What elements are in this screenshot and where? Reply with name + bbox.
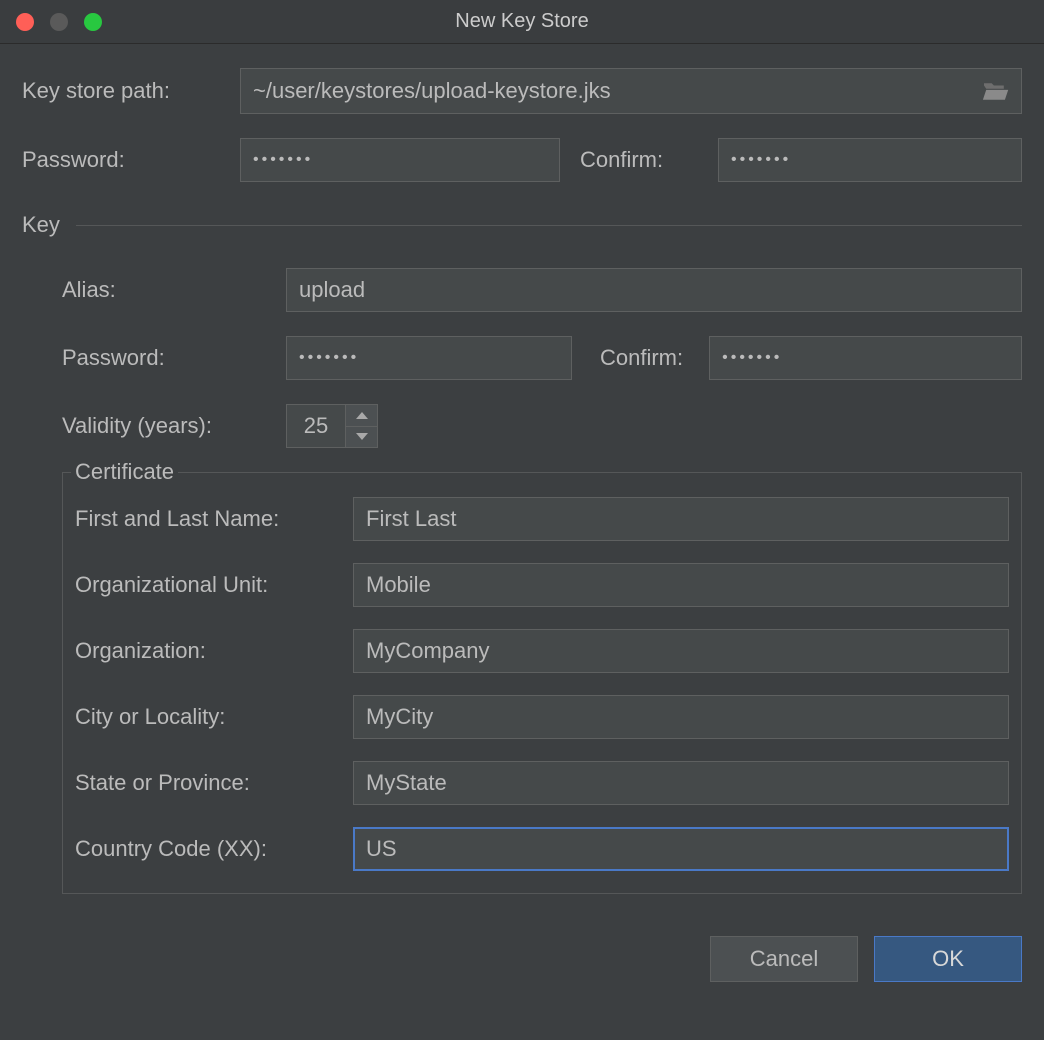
- ou-input[interactable]: [353, 563, 1009, 607]
- maximize-window-button[interactable]: [84, 13, 102, 31]
- state-label: State or Province:: [75, 770, 353, 796]
- minimize-window-button: [50, 13, 68, 31]
- country-input[interactable]: [353, 827, 1009, 871]
- key-section-header: Key: [22, 212, 1022, 238]
- close-window-button[interactable]: [16, 13, 34, 31]
- chevron-up-icon: [356, 412, 368, 419]
- validity-step-down[interactable]: [346, 427, 377, 448]
- divider: [76, 225, 1022, 226]
- key-password-label: Password:: [62, 345, 286, 371]
- country-label: Country Code (XX):: [75, 836, 353, 862]
- alias-input[interactable]: [286, 268, 1022, 312]
- key-section-title: Key: [22, 212, 60, 238]
- city-input[interactable]: [353, 695, 1009, 739]
- first-last-input[interactable]: [353, 497, 1009, 541]
- window-controls: [16, 13, 102, 31]
- keystore-confirm-input[interactable]: [718, 138, 1022, 182]
- keystore-password-input[interactable]: [240, 138, 560, 182]
- certificate-legend: Certificate: [71, 459, 178, 485]
- ou-label: Organizational Unit:: [75, 572, 353, 598]
- key-confirm-input[interactable]: [709, 336, 1022, 380]
- cancel-button[interactable]: Cancel: [710, 936, 858, 982]
- keystore-path-field-wrap[interactable]: [240, 68, 1022, 114]
- key-confirm-label: Confirm:: [600, 345, 683, 371]
- ok-button[interactable]: OK: [874, 936, 1022, 982]
- alias-label: Alias:: [62, 277, 286, 303]
- keystore-confirm-label: Confirm:: [580, 147, 702, 173]
- chevron-down-icon: [356, 433, 368, 440]
- validity-input[interactable]: [287, 405, 345, 447]
- validity-label: Validity (years):: [62, 413, 286, 439]
- org-label: Organization:: [75, 638, 353, 664]
- state-input[interactable]: [353, 761, 1009, 805]
- folder-open-icon[interactable]: [981, 80, 1009, 102]
- keystore-path-input[interactable]: [253, 78, 981, 104]
- keystore-path-label: Key store path:: [22, 78, 240, 104]
- dialog-content: Key store path: Password: Confirm: Key A…: [0, 44, 1044, 1004]
- key-password-input[interactable]: [286, 336, 572, 380]
- first-last-label: First and Last Name:: [75, 506, 353, 532]
- city-label: City or Locality:: [75, 704, 353, 730]
- org-input[interactable]: [353, 629, 1009, 673]
- titlebar: New Key Store: [0, 0, 1044, 44]
- validity-stepper[interactable]: [286, 404, 378, 448]
- certificate-fieldset: Certificate First and Last Name: Organiz…: [62, 472, 1022, 894]
- window-title: New Key Store: [0, 10, 1044, 33]
- validity-step-up[interactable]: [346, 405, 377, 427]
- keystore-password-label: Password:: [22, 147, 240, 173]
